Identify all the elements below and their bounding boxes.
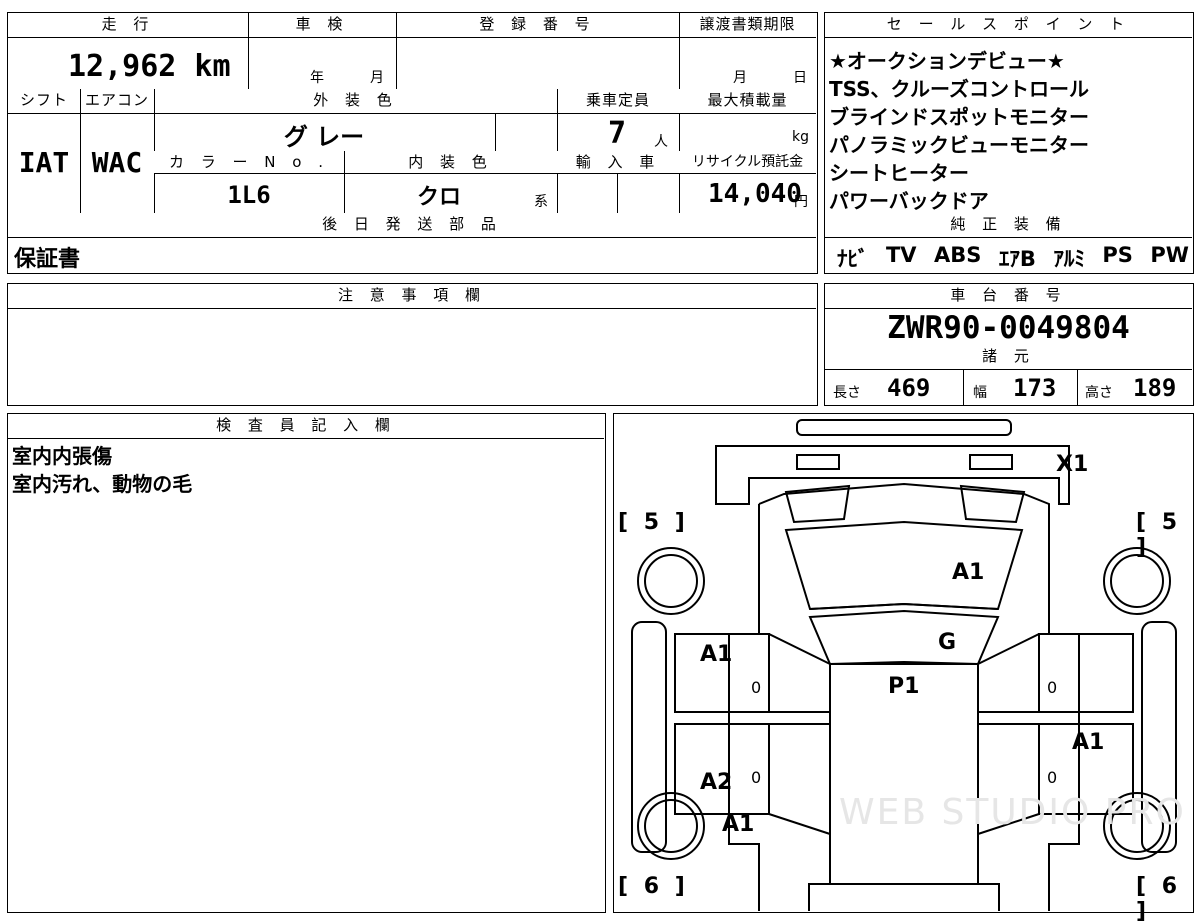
inspector-note-line: 室内内張傷 — [12, 444, 112, 468]
transfer-deadline-label: 譲渡書類期限 — [679, 13, 816, 37]
inspector-box: 検 査 員 記 入 欄 室内内張傷 室内汚れ、動物の毛 — [7, 413, 606, 913]
rear-left-door-mark: A2 — [700, 770, 733, 795]
notes-label: 注 意 事 項 欄 — [8, 284, 816, 308]
interior-color-suffix: 系 — [534, 194, 548, 210]
color-no-label: カ ラ ー N o . — [154, 151, 344, 173]
equipment-item: ABS — [934, 243, 982, 267]
mileage-label: 走 行 — [8, 13, 248, 37]
equipment-item: PS — [1102, 243, 1133, 267]
exterior-color-label: 外 装 色 — [154, 89, 557, 113]
transfer-month: 月 — [733, 70, 747, 86]
recycle-label: リサイクル預託金 — [679, 151, 816, 173]
ac-value: WAC — [91, 146, 143, 179]
equipment-label: 純 正 装 備 — [825, 213, 1192, 237]
tire-rear-left: [ 6 ] — [618, 874, 685, 899]
equipment-item: ｱﾙﾐ — [1053, 247, 1085, 271]
vehicle-info-grid: 走 行 車 検 登 録 番 号 譲渡書類期限 12,962 km 年 月 月 日… — [7, 12, 818, 274]
color-no-value: 1L6 — [227, 181, 271, 209]
front-bumper-mark: X1 — [1056, 452, 1089, 477]
max-load-label: 最大積載量 — [679, 89, 816, 113]
shift-value: IAT — [18, 146, 70, 179]
capacity-label: 乗車定員 — [557, 89, 679, 113]
damage-diagram: X1 A1 G P1 A1 A1 A2 A1 0 0 0 0 [ 5 ] [ 5… — [613, 413, 1194, 924]
tire-front-right: [ 5 ] — [1136, 510, 1178, 560]
capacity-value: 7 — [608, 116, 627, 151]
interior-color-label: 内 装 色 — [344, 151, 557, 173]
transfer-day: 日 — [793, 70, 807, 86]
hood-mark: A1 — [952, 560, 985, 585]
tire-rear-right: [ 6 ] — [1136, 874, 1178, 924]
reg-number-label: 登 録 番 号 — [396, 13, 679, 37]
inspector-notes: 室内内張傷 室内汚れ、動物の毛 — [12, 442, 192, 498]
roof-mark: P1 — [888, 674, 920, 699]
length-value: 469 — [887, 374, 931, 402]
sales-point-item: ブラインドスポットモニター — [829, 105, 1089, 129]
equipment-item: PW — [1150, 243, 1189, 267]
import-label: 輸 入 車 — [557, 151, 679, 173]
zero-mark-fr: 0 — [1047, 678, 1058, 697]
inspector-label: 検 査 員 記 入 欄 — [8, 414, 604, 438]
equipment-list: ﾅﾋﾞ TV ABS ｴｱB ｱﾙﾐ PS PW — [837, 243, 1189, 273]
height-label: 高さ — [1085, 385, 1113, 401]
height-value: 189 — [1133, 374, 1177, 402]
inspector-note-line: 室内汚れ、動物の毛 — [12, 472, 193, 496]
chassis-label: 車 台 番 号 — [825, 284, 1192, 308]
zero-mark-fl: 0 — [751, 678, 762, 697]
specs-label: 諸 元 — [825, 345, 1192, 369]
rear-right-door-mark: A1 — [1072, 730, 1105, 755]
sales-point-item: パノラミックビューモニター — [829, 133, 1089, 157]
zero-mark-rr: 0 — [1047, 768, 1058, 787]
sales-point-item: TSS、クルーズコントロール — [829, 77, 1089, 101]
later-parts-value: 保証書 — [14, 247, 81, 272]
equipment-item: ﾅﾋﾞ — [837, 247, 869, 271]
sales-point-item: シートヒーター — [829, 161, 969, 185]
exterior-color-value: グ レー — [283, 123, 365, 151]
inspection-label: 車 検 — [248, 13, 396, 37]
inspection-month: 月 — [370, 70, 384, 86]
windshield-mark: G — [938, 630, 957, 655]
notes-box: 注 意 事 項 欄 — [7, 283, 818, 406]
rear-left-panel-mark: A1 — [722, 812, 755, 837]
front-left-door-mark: A1 — [700, 642, 733, 667]
width-value: 173 — [1013, 374, 1057, 402]
recycle-value: 14,040 — [708, 179, 802, 209]
max-load-unit: kg — [792, 129, 809, 145]
equipment-item: ｴｱB — [998, 247, 1036, 271]
inspection-year: 年 — [310, 70, 324, 86]
equipment-item: TV — [885, 243, 917, 267]
width-label: 幅 — [973, 385, 987, 401]
capacity-unit: 人 — [654, 134, 668, 150]
interior-color-value: クロ — [416, 185, 461, 210]
sales-point-item: パワーバックドア — [829, 189, 989, 213]
tire-front-left: [ 5 ] — [618, 510, 685, 535]
zero-mark-rl: 0 — [751, 768, 762, 787]
watermark: WEB STUDIO PRO — [839, 792, 1186, 833]
ac-label: エアコン — [80, 89, 154, 113]
length-label: 長さ — [833, 385, 861, 401]
sales-points-label: セ ー ル ス ポ イ ン ト — [825, 13, 1192, 37]
later-parts-label: 後 日 発 送 部 品 — [8, 213, 816, 237]
sales-points-box: セ ー ル ス ポ イ ン ト ★オークションデビュー★ TSS、クルーズコント… — [824, 12, 1194, 274]
mileage-value: 12,962 km — [68, 49, 231, 84]
sales-points-list: ★オークションデビュー★ TSS、クルーズコントロール ブラインドスポットモニタ… — [829, 47, 1189, 215]
shift-label: シフト — [8, 89, 80, 113]
recycle-unit: 円 — [794, 194, 808, 210]
sales-point-item: ★オークションデビュー★ — [829, 49, 1065, 73]
chassis-number: ZWR90-0049804 — [887, 310, 1130, 346]
chassis-box: 車 台 番 号 ZWR90-0049804 諸 元 長さ 469 幅 173 高… — [824, 283, 1194, 406]
